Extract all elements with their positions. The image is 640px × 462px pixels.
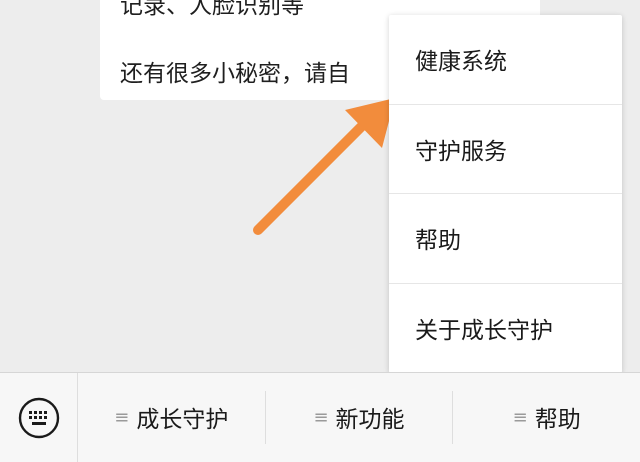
keyboard-icon xyxy=(18,397,59,438)
menu-item-health-system[interactable]: 健康系统 xyxy=(389,15,622,105)
menu-lines-icon: ≡ xyxy=(114,406,130,428)
tab-label: 成长守护 xyxy=(136,407,229,434)
bottom-menu-bar: ≡ 成长守护 ≡ 新功能 ≡ 帮助 xyxy=(0,372,640,462)
tab-new-features[interactable]: ≡ 新功能 xyxy=(266,390,454,445)
tab-help[interactable]: ≡ 帮助 xyxy=(453,391,640,444)
menu-lines-icon: ≡ xyxy=(512,406,528,428)
tab-label: 帮助 xyxy=(534,407,581,434)
menu-lines-icon: ≡ xyxy=(313,406,329,428)
menu-item-guardian-service[interactable]: 守护服务 xyxy=(389,105,622,194)
popup-menu: 健康系统 守护服务 帮助 关于成长守护 xyxy=(389,15,622,373)
menu-item-about[interactable]: 关于成长守护 xyxy=(389,284,622,374)
menu-item-help[interactable]: 帮助 xyxy=(389,194,622,284)
keyboard-toggle-button[interactable] xyxy=(0,373,78,462)
tab-label: 新功能 xyxy=(335,407,405,434)
tab-growth-guardian[interactable]: ≡ 成长守护 xyxy=(78,390,266,445)
